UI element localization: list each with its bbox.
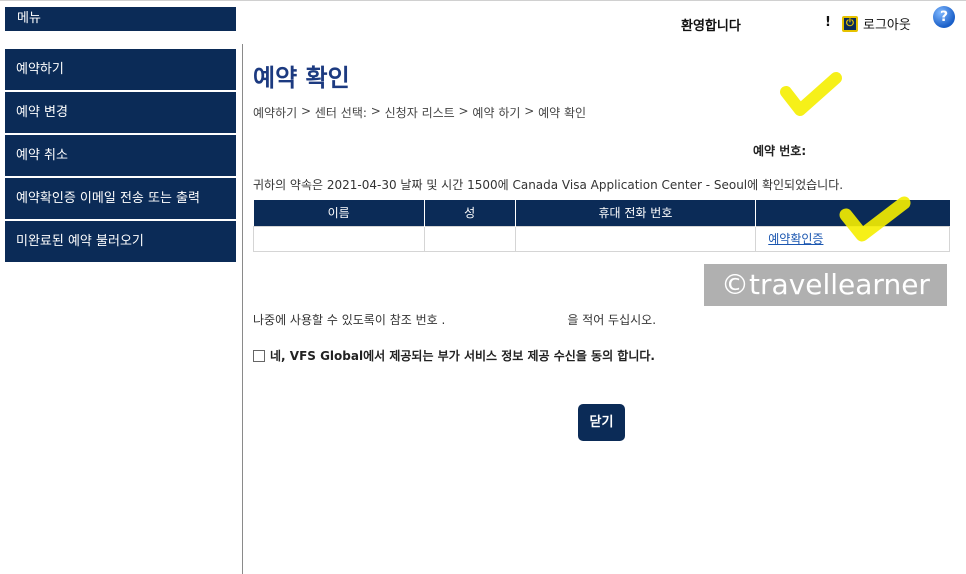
sidebar-item-book[interactable]: 예약하기 [5, 49, 236, 90]
vertical-divider [242, 44, 243, 574]
close-button[interactable]: 닫기 [578, 404, 625, 441]
menu-header: 메뉴 [5, 7, 236, 31]
power-icon: ⏻ [842, 15, 858, 32]
column-header-mobile: 휴대 전화 번호 [515, 200, 757, 226]
cell-first-name-redacted [253, 225, 425, 252]
sidebar-item-reschedule[interactable]: 예약 변경 [5, 92, 236, 133]
sidebar-item-cancel[interactable]: 예약 취소 [5, 135, 236, 176]
logout-link[interactable]: ⏻ 로그아웃 [842, 14, 911, 33]
breadcrumb-separator: > [301, 104, 312, 118]
breadcrumb-separator: > [524, 104, 535, 118]
breadcrumb-separator: > [458, 104, 469, 118]
column-header-last-name: 성 [424, 200, 516, 226]
breadcrumb-item[interactable]: 신청자 리스트 [385, 104, 455, 121]
welcome-exclamation: ! [825, 15, 831, 30]
reference-number-note: 나중에 사용할 수 있도록이 참조 번호 . 을 적어 두십시오. [253, 311, 656, 328]
page-title: 예약 확인 [253, 64, 350, 92]
highlight-check-mark [839, 196, 911, 242]
consent-label: 네, VFS Global에서 제공되는 부가 서비스 정보 제공 수신을 동의… [270, 349, 655, 363]
redacted-booking-number [818, 139, 942, 159]
consent-checkbox[interactable] [253, 349, 265, 362]
breadcrumb-item[interactable]: 예약 하기 [472, 104, 520, 121]
sidebar-item-resume[interactable]: 미완료된 예약 불러오기 [5, 221, 236, 262]
cell-mobile-redacted [514, 225, 757, 252]
booking-number-label: 예약 번호: [753, 144, 807, 158]
watermark: ©travellearner [704, 264, 947, 306]
column-header-first-name: 이름 [253, 200, 425, 226]
help-icon[interactable]: ? [933, 6, 955, 28]
cell-last-name-redacted [423, 225, 516, 252]
breadcrumb-separator: > [370, 104, 381, 118]
breadcrumb: 예약하기 > 센터 선택: > 신청자 리스트 > 예약 하기 > 예약 확인 [253, 104, 586, 121]
reference-text-before: 나중에 사용할 수 있도록이 참조 번호 . [253, 313, 446, 327]
sidebar-item-email-print[interactable]: 예약확인증 이메일 전송 또는 출력 [5, 178, 236, 219]
redacted-user-name [752, 12, 820, 32]
welcome-text: 환영합니다 [681, 19, 741, 34]
logout-label: 로그아웃 [863, 18, 911, 33]
sidebar: 예약하기 예약 변경 예약 취소 예약확인증 이메일 전송 또는 출력 미완료된… [5, 49, 236, 264]
top-border [0, 0, 966, 1]
confirmation-message: 귀하의 약속은 2021-04-30 날짜 및 시간 1500에 Canada … [253, 178, 844, 192]
appointment-letter-link[interactable]: 예약확인증 [768, 232, 823, 246]
breadcrumb-item-current: 예약 확인 [538, 106, 587, 120]
reference-text-after: 을 적어 두십시오. [567, 313, 657, 327]
highlight-check-mark [780, 72, 842, 116]
consent-row[interactable]: 네, VFS Global에서 제공되는 부가 서비스 정보 제공 수신을 동의… [253, 347, 655, 364]
breadcrumb-item[interactable]: 예약하기 [253, 104, 297, 121]
breadcrumb-item[interactable]: 센터 선택: [315, 104, 367, 121]
